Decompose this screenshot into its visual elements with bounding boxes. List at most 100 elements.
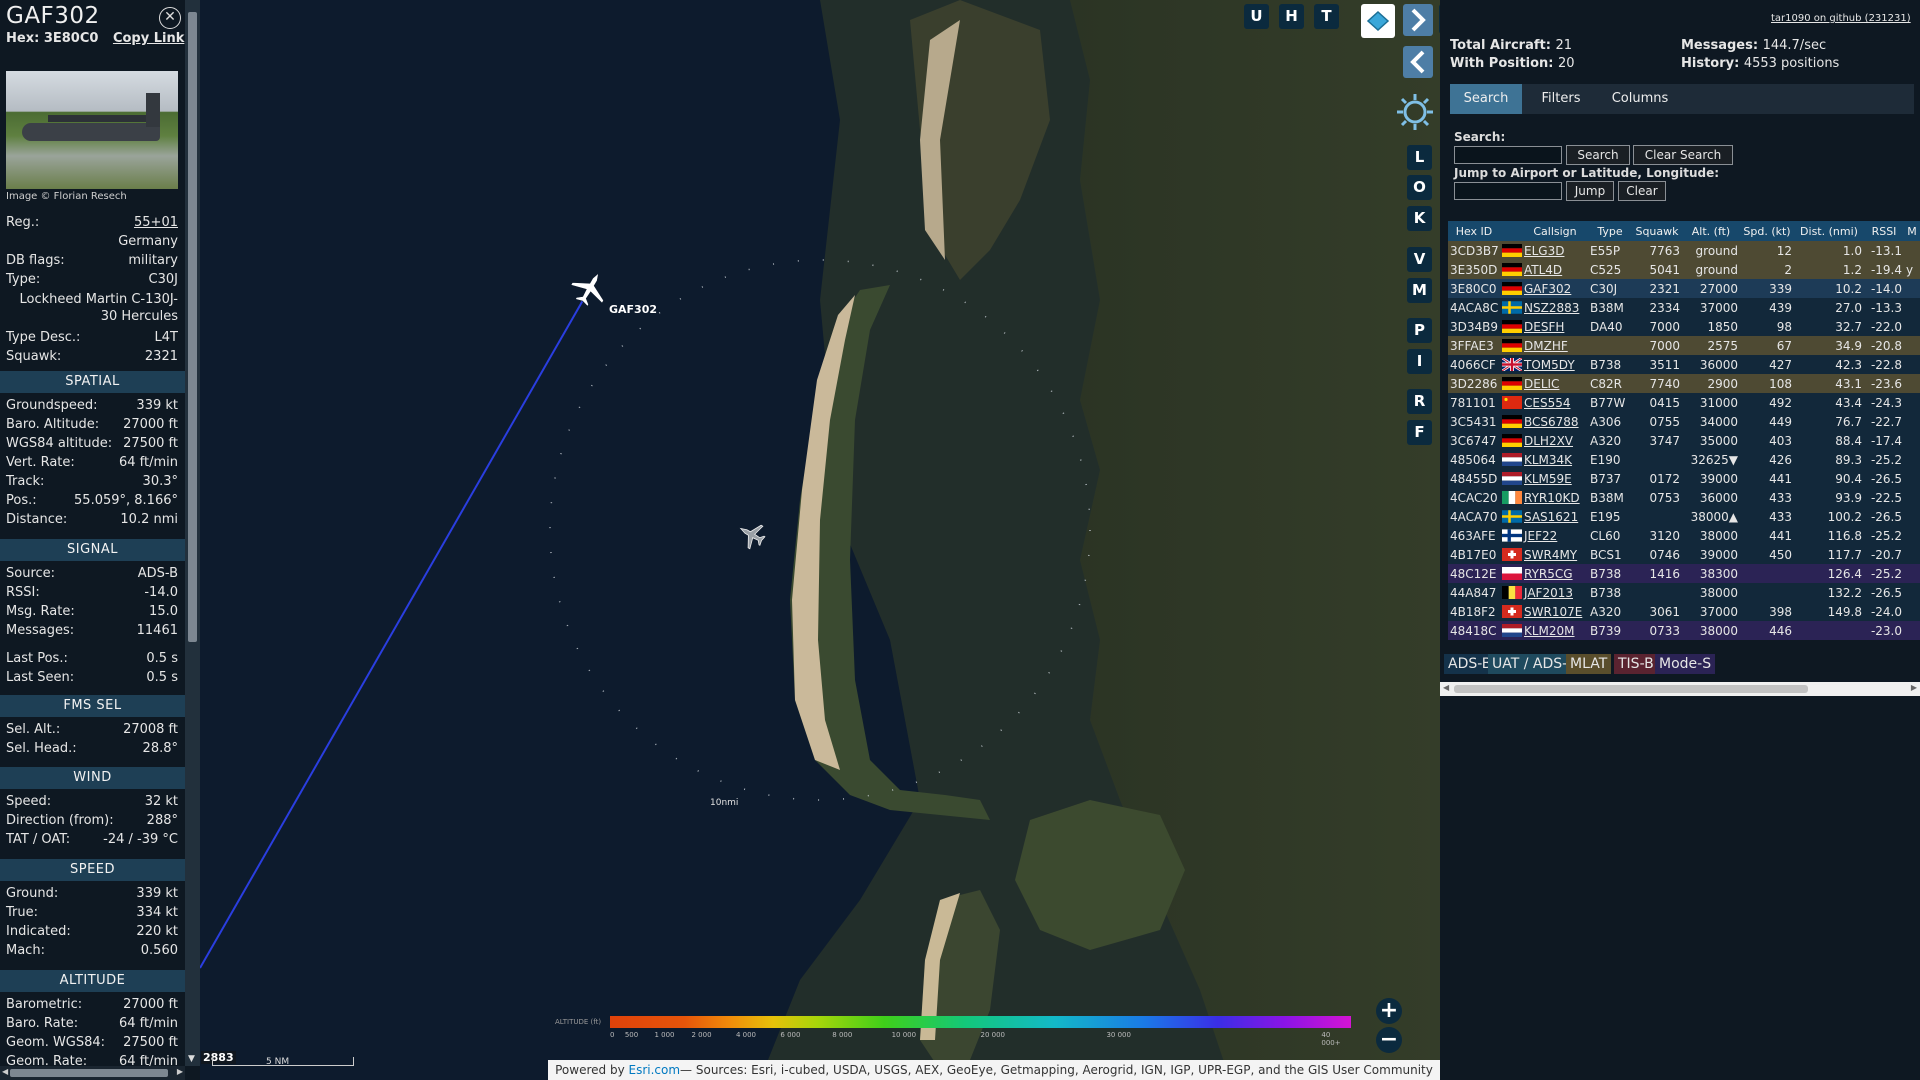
column-header[interactable]: Alt. (ft) <box>1682 221 1740 241</box>
table-row[interactable]: 4B18F2 SWR107E A320 3061 37000 398 149.8 -24.0 <box>1448 602 1920 621</box>
table-row[interactable]: 485064 KLM34K E190 32625▼ 426 89.3 -25.2 <box>1448 450 1920 469</box>
toggle-l-button[interactable]: L <box>1407 145 1432 170</box>
callsign-link[interactable]: BCS6788 <box>1524 415 1579 429</box>
scroll-left-icon[interactable]: ◀ <box>1443 683 1449 692</box>
map-view[interactable]: GAF302 10nmi U H T L O K V M P I R F ALT… <box>200 0 1440 1080</box>
toggle-p-button[interactable]: P <box>1407 318 1432 343</box>
callsign-link[interactable]: DLH2XV <box>1524 434 1573 448</box>
callsign-link[interactable]: CES554 <box>1524 396 1570 410</box>
clear-search-button[interactable]: Clear Search <box>1633 145 1733 165</box>
table-row[interactable]: 48C12E RYR5CG B738 1416 38300 126.4 -25.2 <box>1448 564 1920 583</box>
info-value: 55.059°, 8.166° <box>74 493 178 508</box>
table-row[interactable]: 3E80C0 GAF302 C30J 2321 27000 339 10.2 -14.0 <box>1448 279 1920 298</box>
layers-button[interactable] <box>1361 4 1395 38</box>
callsign-link[interactable]: RYR10KD <box>1524 491 1580 505</box>
table-row[interactable]: 3E350D ATL4D C525 5041 ground 2 1.2 -19.4 y <box>1448 260 1920 279</box>
hex-cell: 4CAC20 <box>1448 488 1500 507</box>
tab-search[interactable]: Search <box>1450 84 1522 114</box>
callsign-link[interactable]: KLM20M <box>1524 624 1575 638</box>
toggle-u-button[interactable]: U <box>1244 4 1269 29</box>
table-row[interactable]: 4066CF TOM5DY B738 3511 36000 427 42.3 -22.8 <box>1448 355 1920 374</box>
zoom-in-button[interactable]: + <box>1376 998 1402 1024</box>
table-row[interactable]: 3C5431 BCS6788 A306 0755 34000 449 76.7 -22.7 <box>1448 412 1920 431</box>
esri-link[interactable]: Esri.com <box>629 1063 681 1077</box>
column-header[interactable]: Hex ID <box>1448 221 1500 241</box>
callsign-link[interactable]: ATL4D <box>1524 263 1562 277</box>
table-row[interactable]: 463AFE JEF22 CL60 3120 38000 441 116.8 -25.2 <box>1448 526 1920 545</box>
column-header[interactable] <box>1500 221 1522 241</box>
table-row[interactable]: 3FFAE3 DMZHF 7000 2575 67 34.9 -20.8 <box>1448 336 1920 355</box>
info-horizontal-scrollbar[interactable]: ◀ ▶ <box>0 1066 185 1080</box>
search-input[interactable] <box>1454 146 1562 164</box>
table-row[interactable]: 4ACA70 SAS1621 E195 38000▲ 433 100.2 -26.5 <box>1448 507 1920 526</box>
sq-cell: 3120 <box>1632 526 1682 545</box>
callsign-link[interactable]: DELIC <box>1524 377 1559 391</box>
toggle-k-button[interactable]: K <box>1407 206 1432 231</box>
column-header[interactable]: RSSI <box>1864 221 1904 241</box>
table-horizontal-scrollbar[interactable]: ◀ ▶ <box>1440 682 1920 696</box>
toggle-i-button[interactable]: I <box>1407 349 1432 374</box>
expand-right-button[interactable] <box>1403 4 1433 36</box>
callsign-link[interactable]: DMZHF <box>1524 339 1568 353</box>
toggle-m-button[interactable]: M <box>1407 278 1432 303</box>
toggle-o-button[interactable]: O <box>1407 175 1432 200</box>
toggle-t-button[interactable]: T <box>1314 4 1339 29</box>
table-row[interactable]: 48455D KLM59E B737 0172 39000 441 90.4 -26.5 <box>1448 469 1920 488</box>
table-row[interactable]: 48418C KLM20M B739 0733 38000 446 -23.0 <box>1448 621 1920 640</box>
table-row[interactable]: 4ACA8C NSZ2883 B38M 2334 37000 439 27.0 -13.3 <box>1448 298 1920 317</box>
column-header[interactable]: Callsign <box>1522 221 1588 241</box>
column-header[interactable]: Dist. (nmi) <box>1794 221 1864 241</box>
column-header[interactable]: Type <box>1588 221 1632 241</box>
close-icon[interactable]: ✕ <box>159 7 181 29</box>
toggle-f-button[interactable]: F <box>1407 420 1432 445</box>
aircraft-map-label[interactable]: GAF302 <box>609 303 657 316</box>
table-row[interactable]: 4B17E0 SWR4MY BCS1 0746 39000 450 117.7 -20.7 <box>1448 545 1920 564</box>
callsign-link[interactable]: GAF302 <box>1524 282 1571 296</box>
callsign-link[interactable]: KLM59E <box>1524 472 1572 486</box>
scroll-right-icon[interactable]: ▶ <box>1911 683 1917 692</box>
table-row[interactable]: 44A847 JAF2013 B738 38000 132.2 -26.5 <box>1448 583 1920 602</box>
column-header[interactable]: M <box>1904 221 1920 241</box>
jump-input[interactable] <box>1454 182 1562 200</box>
scroll-left-icon[interactable]: ◀ <box>2 1067 8 1076</box>
settings-button[interactable] <box>1393 90 1437 134</box>
callsign-link[interactable]: DESFH <box>1524 320 1564 334</box>
callsign-link[interactable]: JEF22 <box>1524 529 1557 543</box>
column-header[interactable]: Squawk <box>1632 221 1682 241</box>
github-link[interactable]: tar1090 on github (231231) <box>1771 13 1911 24</box>
clear-jump-button[interactable]: Clear <box>1618 181 1666 201</box>
search-button[interactable]: Search <box>1566 145 1630 165</box>
callsign-link[interactable]: SWR107E <box>1524 605 1582 619</box>
scroll-down-icon[interactable]: ▼ <box>188 1054 195 1064</box>
table-row[interactable]: 3D34B9 DESFH DA40 7000 1850 98 32.7 -22.0 <box>1448 317 1920 336</box>
dist-cell: 100.2 <box>1794 507 1864 526</box>
toggle-h-button[interactable]: H <box>1279 4 1304 29</box>
info-vertical-scrollbar[interactable]: ▼ <box>185 0 200 1066</box>
callsign-link[interactable]: SAS1621 <box>1524 510 1578 524</box>
table-row[interactable]: 781101 CES554 B77W 0415 31000 492 43.4 -24.3 <box>1448 393 1920 412</box>
copy-link[interactable]: Copy Link <box>113 31 184 46</box>
tab-filters[interactable]: Filters <box>1530 84 1592 114</box>
callsign-link[interactable]: JAF2013 <box>1524 586 1573 600</box>
aircraft-photo[interactable] <box>6 71 178 189</box>
callsign-link[interactable]: RYR5CG <box>1524 567 1573 581</box>
toggle-v-button[interactable]: V <box>1407 247 1432 272</box>
table-row[interactable]: 3CD3B7 ELG3D E55P 7763 ground 12 1.0 -13.1 <box>1448 241 1920 260</box>
collapse-left-button[interactable] <box>1403 46 1433 78</box>
zoom-out-button[interactable]: − <box>1376 1027 1402 1053</box>
table-row[interactable]: 4CAC20 RYR10KD B38M 0753 36000 433 93.9 -22.5 <box>1448 488 1920 507</box>
scroll-right-icon[interactable]: ▶ <box>177 1067 183 1076</box>
callsign-link[interactable]: ELG3D <box>1524 244 1564 258</box>
callsign-link[interactable]: KLM34K <box>1524 453 1572 467</box>
callsign-link[interactable]: TOM5DY <box>1524 358 1575 372</box>
reg-link[interactable]: 55+01 <box>134 215 178 230</box>
callsign-link[interactable]: SWR4MY <box>1524 548 1577 562</box>
table-row[interactable]: 3D2286 DELIC C82R 7740 2900 108 43.1 -23.6 <box>1448 374 1920 393</box>
toggle-r-button[interactable]: R <box>1407 389 1432 414</box>
jump-button[interactable]: Jump <box>1566 181 1614 201</box>
column-header[interactable]: Spd. (kt) <box>1740 221 1794 241</box>
callsign-link[interactable]: NSZ2883 <box>1524 301 1579 315</box>
sq-cell: 7000 <box>1632 317 1682 336</box>
table-row[interactable]: 3C6747 DLH2XV A320 3747 35000 403 88.4 -17.4 <box>1448 431 1920 450</box>
tab-columns[interactable]: Columns <box>1598 84 1682 114</box>
